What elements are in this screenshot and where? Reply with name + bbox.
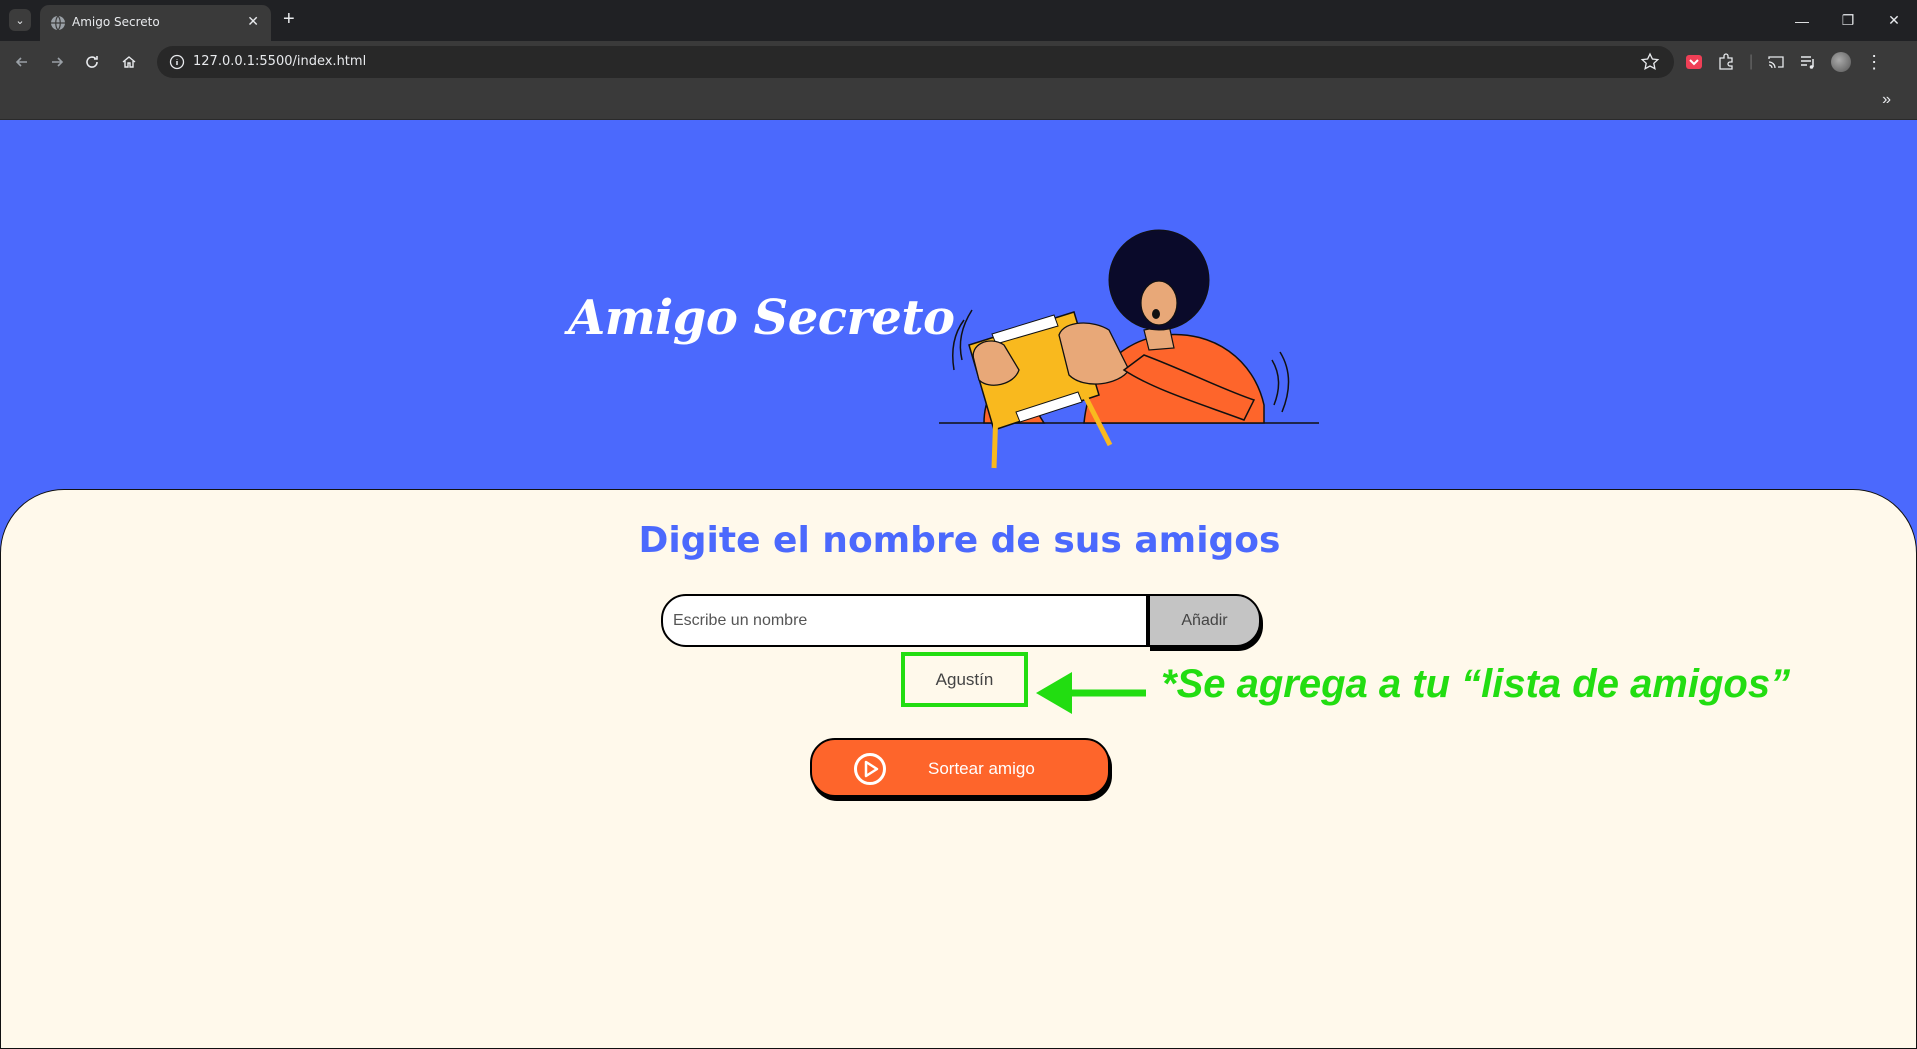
info-icon[interactable] bbox=[169, 54, 185, 70]
avatar[interactable] bbox=[1831, 52, 1852, 72]
toolbar-divider: | bbox=[1749, 53, 1754, 70]
close-window-icon[interactable]: ✕ bbox=[1871, 0, 1917, 41]
tab-search-button[interactable]: ⌄ bbox=[9, 9, 31, 31]
banner-title: Amigo Secreto bbox=[568, 290, 955, 346]
main-card: Digite el nombre de sus amigos Añadir Ag… bbox=[0, 489, 1917, 1049]
input-row: Añadir bbox=[661, 594, 1261, 647]
more-options-icon[interactable]: ⋮ bbox=[1865, 52, 1883, 73]
star-icon[interactable] bbox=[1640, 52, 1660, 72]
tab-strip: ⌄ Amigo Secreto ✕ + — ❐ ✕ bbox=[0, 0, 1917, 41]
section-heading: Digite el nombre de sus amigos bbox=[638, 520, 1281, 561]
arrow-left-icon[interactable] bbox=[12, 52, 32, 72]
arrow-right-icon[interactable] bbox=[47, 52, 67, 72]
name-input[interactable] bbox=[661, 594, 1148, 647]
browser-tab[interactable]: Amigo Secreto ✕ bbox=[40, 5, 271, 41]
tab-title: Amigo Secreto bbox=[72, 15, 160, 29]
friend-list: Agustín bbox=[901, 652, 1028, 707]
pocket-icon[interactable] bbox=[1685, 53, 1703, 71]
restore-icon[interactable]: ❐ bbox=[1825, 0, 1871, 41]
url-text[interactable]: 127.0.0.1:5500/index.html bbox=[193, 54, 366, 69]
browser-toolbar: 127.0.0.1:5500/index.html | ⋮ bbox=[0, 41, 1917, 83]
minimize-icon[interactable]: — bbox=[1779, 0, 1825, 41]
cast-icon[interactable] bbox=[1767, 53, 1785, 71]
list-item: Agustín bbox=[935, 669, 994, 689]
play-circle-icon bbox=[854, 753, 886, 785]
draw-friend-button[interactable]: Sortear amigo bbox=[810, 738, 1110, 797]
globe-icon bbox=[51, 15, 65, 31]
bookmarks-bar: » bbox=[0, 83, 1917, 120]
home-icon[interactable] bbox=[119, 52, 139, 72]
draw-button-label: Sortear amigo bbox=[928, 759, 1035, 778]
reload-icon[interactable] bbox=[82, 52, 102, 72]
annotation-arrow-icon bbox=[1036, 672, 1146, 714]
bookmarks-overflow-button[interactable]: » bbox=[1882, 91, 1891, 109]
add-button[interactable]: Añadir bbox=[1148, 594, 1261, 647]
address-bar[interactable]: 127.0.0.1:5500/index.html bbox=[157, 46, 1674, 78]
extensions-area: | ⋮ bbox=[1685, 51, 1883, 73]
puzzle-icon[interactable] bbox=[1717, 53, 1735, 71]
person-with-gift-illustration bbox=[939, 229, 1319, 469]
page-viewport: Amigo Secreto Digite el nombre de sus am bbox=[0, 120, 1917, 1049]
new-tab-button[interactable]: + bbox=[283, 8, 295, 30]
window-controls: — ❐ ✕ bbox=[1779, 0, 1917, 41]
close-icon[interactable]: ✕ bbox=[247, 13, 259, 30]
annotation-text: *Se agrega a tu “lista de amigos” bbox=[1161, 662, 1791, 706]
media-controls-icon[interactable] bbox=[1799, 53, 1817, 71]
chevron-down-icon: ⌄ bbox=[15, 14, 25, 27]
